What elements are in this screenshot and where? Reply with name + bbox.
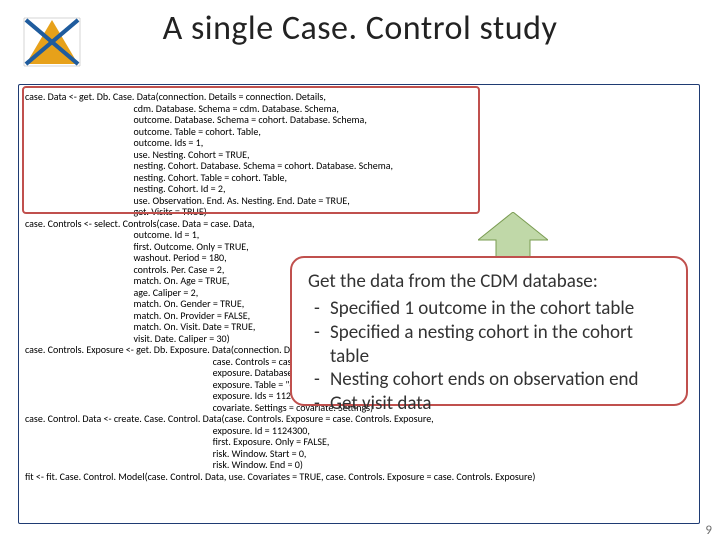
callout-box: Get the data from the CDM database: Spec… xyxy=(290,256,688,406)
highlight-box xyxy=(22,86,480,214)
page-number: 9 xyxy=(705,523,712,538)
callout-bullet: Nesting cohort ends on observation end xyxy=(308,368,672,392)
arrow-up-icon xyxy=(478,212,548,262)
slide-title: A single Case. Control study xyxy=(0,8,720,49)
code-line: first. Exposure. Only = FALSE, xyxy=(25,436,693,448)
code-line: fit <- fit. Case. Control. Model(case. C… xyxy=(25,471,693,483)
callout-bullet: Specified a nesting cohort in the cohort… xyxy=(308,321,672,369)
code-line: outcome. Id = 1, xyxy=(25,229,693,241)
callout-bullet: Get visit data xyxy=(308,392,672,416)
callout-bullet: Specified 1 outcome in the cohort table xyxy=(308,297,672,321)
ohdsi-logo xyxy=(22,16,82,68)
callout-heading: Get the data from the CDM database: xyxy=(308,270,672,293)
footer-stripe xyxy=(0,532,720,540)
code-line: risk. Window. End = 0) xyxy=(25,459,693,471)
